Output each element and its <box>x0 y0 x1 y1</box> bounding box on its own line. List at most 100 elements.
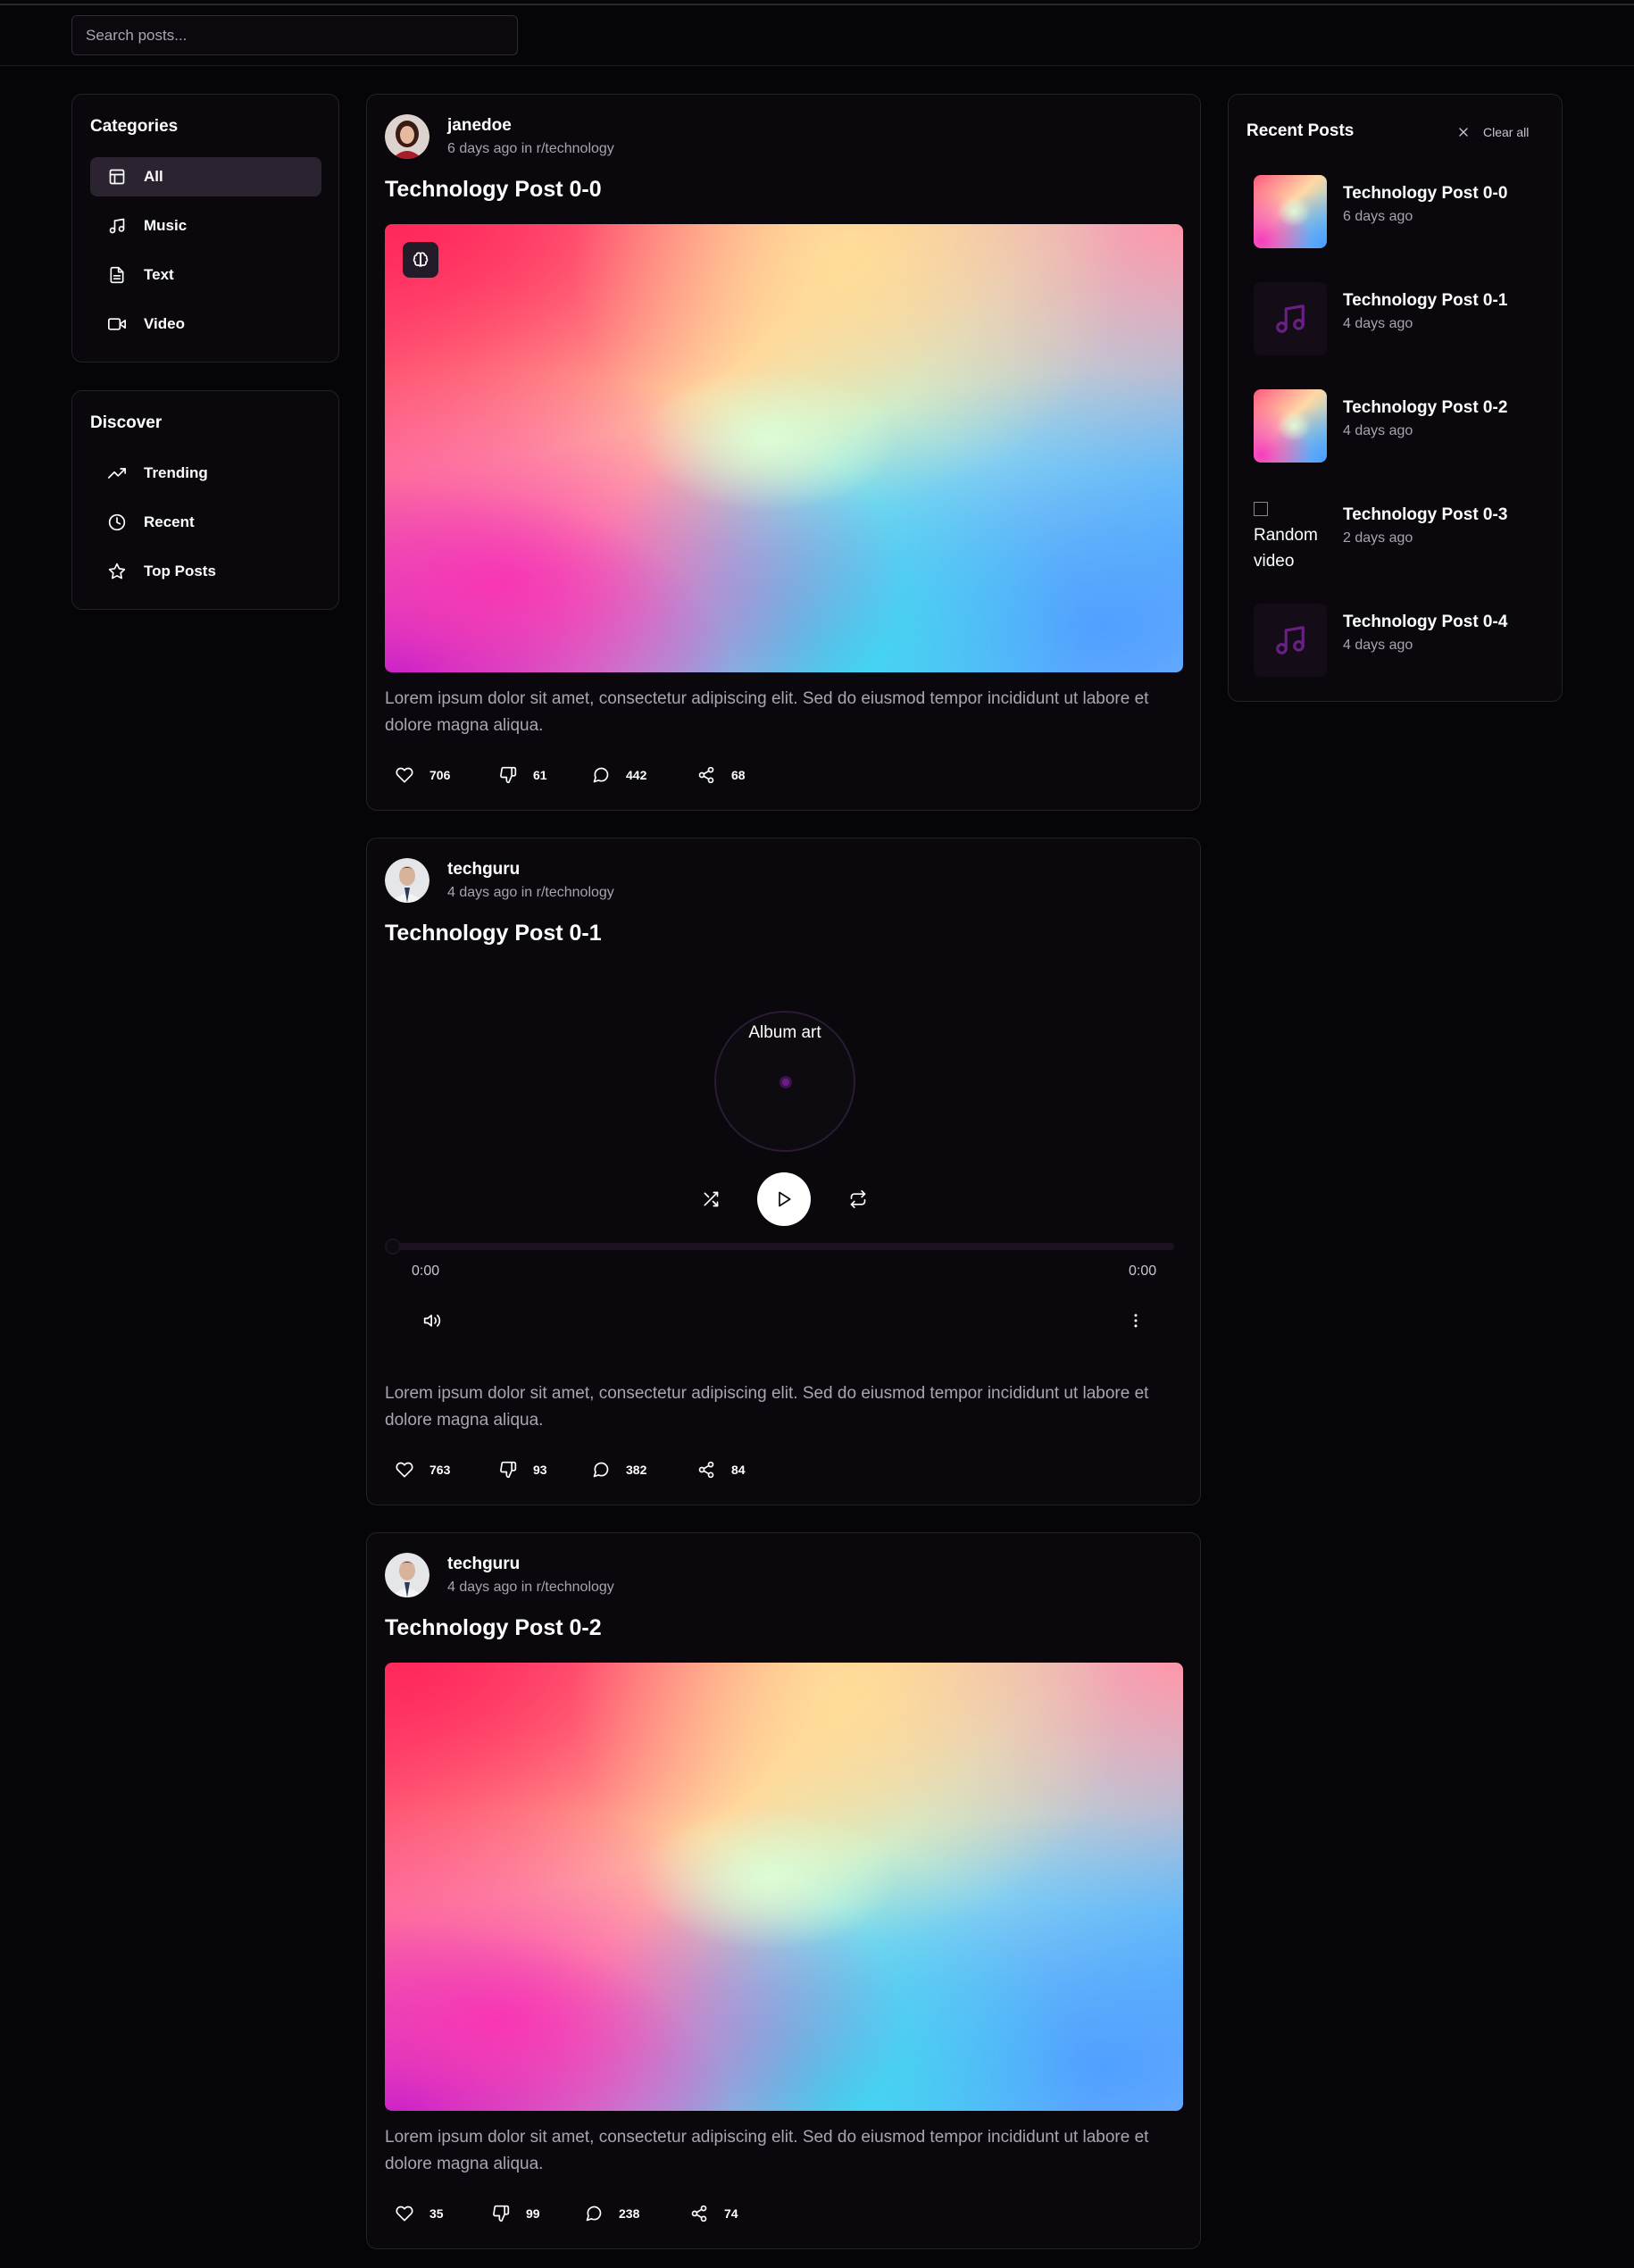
share-button[interactable]: 74 <box>690 2200 738 2227</box>
recent-post-title: Technology Post 0-0 <box>1343 184 1508 203</box>
recent-post-title: Technology Post 0-3 <box>1343 505 1508 524</box>
dislike-count: 99 <box>526 2206 540 2221</box>
search-input[interactable] <box>86 26 504 45</box>
clear-all-button[interactable]: Clear all <box>1456 121 1529 143</box>
category-video[interactable]: Video <box>90 304 321 344</box>
share-icon <box>691 2205 707 2222</box>
share-icon <box>698 766 714 784</box>
clear-all-label: Clear all <box>1483 125 1530 139</box>
shuffle-icon <box>704 1191 719 1207</box>
post-actions: 35 99 238 74 <box>385 2200 921 2227</box>
comment-count: 382 <box>626 1463 647 1477</box>
recent-post-item[interactable]: Technology Post 0-1 4 days ago <box>1254 282 1548 357</box>
comment-button[interactable]: 442 <box>592 762 646 788</box>
avatar[interactable] <box>385 114 429 159</box>
share-count: 68 <box>731 768 746 782</box>
avatar[interactable] <box>385 858 429 903</box>
category-music[interactable]: Music <box>90 206 321 246</box>
post-actions: 706 61 442 68 <box>385 762 921 788</box>
share-button[interactable]: 68 <box>697 762 746 788</box>
post-username[interactable]: janedoe <box>447 116 512 136</box>
shuffle-button[interactable] <box>697 1186 724 1213</box>
recent-post-item[interactable]: Technology Post 0-4 4 days ago <box>1254 604 1548 679</box>
time-current: 0:00 <box>412 1263 440 1279</box>
album-art-alt: Album art <box>748 1023 821 1042</box>
discover-top-posts[interactable]: Top Posts <box>90 552 321 591</box>
like-count: 763 <box>429 1463 451 1477</box>
category-all[interactable]: All <box>90 157 321 196</box>
post-body: Lorem ipsum dolor sit amet, consectetur … <box>385 1384 1149 1430</box>
thumbs-down-icon <box>500 766 517 784</box>
layout-icon <box>109 169 125 185</box>
broken-image-icon <box>1254 502 1268 516</box>
category-label: Music <box>144 217 188 234</box>
comment-count: 442 <box>626 768 647 782</box>
progress-bar[interactable] <box>394 1243 1174 1250</box>
clock-icon <box>108 513 126 531</box>
dislike-button[interactable]: 99 <box>492 2200 540 2227</box>
recent-post-item[interactable]: Technology Post 0-2 4 days ago <box>1254 389 1548 464</box>
category-label: All <box>144 168 163 185</box>
avatar-portrait <box>385 858 429 903</box>
progress-handle[interactable] <box>385 1238 401 1255</box>
discover-trending[interactable]: Trending <box>90 454 321 493</box>
comment-icon <box>586 2205 602 2222</box>
recent-post-title: Technology Post 0-4 <box>1343 613 1508 631</box>
broken-image-thumbnail: Random video <box>1254 496 1327 570</box>
close-icon <box>1459 128 1468 137</box>
avatar[interactable] <box>385 1553 429 1597</box>
recent-post-item[interactable]: Technology Post 0-0 6 days ago <box>1254 175 1548 250</box>
post-card: techguru 4 days ago in r/technology Tech… <box>366 1532 1201 2249</box>
post-body: Lorem ipsum dolor sit amet, consectetur … <box>385 689 1149 735</box>
thumbs-down-icon <box>500 1461 517 1479</box>
repeat-button[interactable] <box>845 1186 871 1213</box>
comment-count: 238 <box>619 2206 640 2221</box>
video-icon <box>108 318 126 330</box>
comment-icon <box>593 1462 609 1478</box>
recent-post-date: 2 days ago <box>1343 530 1413 546</box>
post-image[interactable] <box>385 1663 1183 2111</box>
comment-button[interactable]: 238 <box>585 2200 639 2227</box>
recent-post-date: 4 days ago <box>1343 316 1413 331</box>
share-button[interactable]: 84 <box>697 1456 746 1483</box>
post-meta: 6 days ago in r/technology <box>447 141 614 156</box>
broken-image-alt: Random video <box>1254 526 1318 570</box>
post-card: janedoe 6 days ago in r/technology Techn… <box>366 94 1201 811</box>
play-icon <box>779 1191 791 1207</box>
album-center-dot <box>779 1076 792 1088</box>
discover-panel: Discover Trending Recent Top Posts <box>71 390 339 610</box>
heart-icon <box>396 2205 413 2222</box>
post-title[interactable]: Technology Post 0-2 <box>385 1615 602 1641</box>
document-icon <box>110 266 124 284</box>
like-button[interactable]: 35 <box>396 2200 444 2227</box>
post-image[interactable] <box>385 224 1183 672</box>
more-options-button[interactable] <box>1122 1307 1149 1334</box>
like-button[interactable]: 706 <box>396 762 450 788</box>
recent-thumbnail <box>1254 175 1327 248</box>
category-text[interactable]: Text <box>90 255 321 295</box>
post-title[interactable]: Technology Post 0-1 <box>385 921 602 946</box>
discover-label: Trending <box>144 464 208 481</box>
post-username[interactable]: techguru <box>447 860 520 880</box>
post-meta: 4 days ago in r/technology <box>447 1580 614 1595</box>
post-card: techguru 4 days ago in r/technology Tech… <box>366 838 1201 1505</box>
discover-recent[interactable]: Recent <box>90 503 321 542</box>
category-label: Text <box>144 266 174 283</box>
dislike-button[interactable]: 61 <box>499 762 547 788</box>
heart-icon <box>396 767 413 783</box>
search-box[interactable] <box>71 15 518 55</box>
discover-label: Top Posts <box>144 563 216 580</box>
recent-post-item[interactable]: Random video Technology Post 0-3 2 days … <box>1254 496 1548 571</box>
more-vertical-icon <box>1134 1313 1138 1328</box>
like-button[interactable]: 763 <box>396 1456 450 1483</box>
post-title[interactable]: Technology Post 0-0 <box>385 177 602 203</box>
recent-post-title: Technology Post 0-1 <box>1343 291 1508 310</box>
music-icon <box>1276 626 1305 655</box>
volume-button[interactable] <box>419 1307 446 1334</box>
play-button[interactable] <box>757 1172 811 1226</box>
post-username[interactable]: techguru <box>447 1555 520 1574</box>
comment-button[interactable]: 382 <box>592 1456 646 1483</box>
recent-post-title: Technology Post 0-2 <box>1343 398 1508 417</box>
trending-icon <box>108 468 126 479</box>
dislike-button[interactable]: 93 <box>499 1456 547 1483</box>
